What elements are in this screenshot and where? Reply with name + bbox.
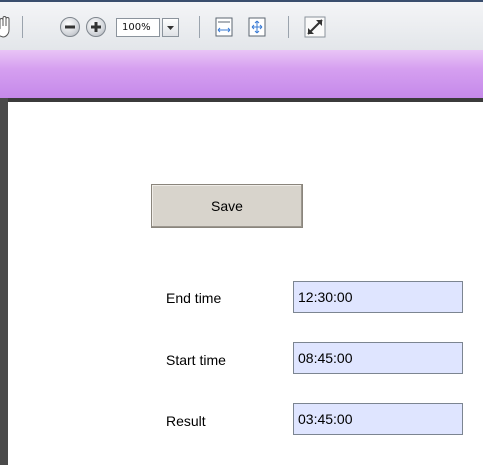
fit-width-icon[interactable] xyxy=(214,16,234,38)
toolbar-separator xyxy=(199,16,200,38)
zoom-in-button[interactable] xyxy=(86,17,106,37)
chevron-down-icon xyxy=(167,26,174,30)
toolbar-separator xyxy=(288,16,289,38)
fit-page-icon[interactable] xyxy=(247,16,267,38)
end-time-field[interactable]: 12:30:00 xyxy=(293,281,463,313)
start-time-field[interactable]: 08:45:00 xyxy=(293,342,463,374)
document-left-margin xyxy=(0,98,8,465)
toolbar-separator xyxy=(22,16,23,38)
start-time-label: Start time xyxy=(166,352,226,368)
result-field[interactable]: 03:45:00 xyxy=(293,403,463,435)
zoom-out-icon xyxy=(65,25,75,29)
full-screen-icon[interactable] xyxy=(304,16,326,38)
hand-tool-icon[interactable] xyxy=(0,16,14,38)
result-label: Result xyxy=(166,413,206,429)
zoom-in-icon xyxy=(91,22,101,32)
pdf-toolbar: 100% xyxy=(0,0,483,50)
zoom-level-input[interactable]: 100% xyxy=(116,18,160,37)
header-divider xyxy=(0,98,483,102)
save-button[interactable]: Save xyxy=(151,184,303,228)
zoom-out-button[interactable] xyxy=(60,17,80,37)
end-time-label: End time xyxy=(166,290,222,306)
zoom-dropdown-button[interactable] xyxy=(162,18,179,37)
document-header-bar xyxy=(0,50,483,98)
